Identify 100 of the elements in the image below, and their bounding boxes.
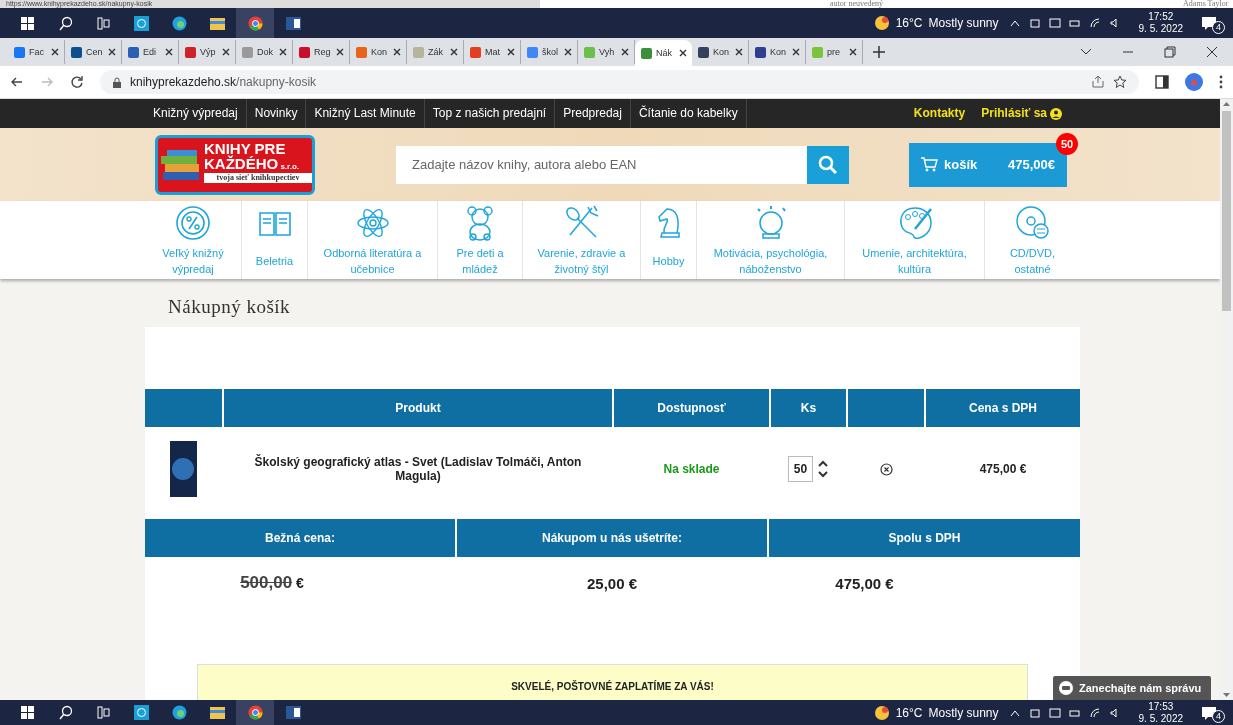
- table-header-cell: Nákupom u nás ušetríte:: [457, 519, 767, 557]
- close-icon[interactable]: [563, 47, 573, 57]
- browser-tab[interactable]: pre: [806, 40, 863, 64]
- browser-tab[interactable]: Edi: [122, 40, 179, 64]
- close-icon[interactable]: [678, 48, 688, 58]
- close-icon[interactable]: [278, 47, 288, 57]
- weather-icon[interactable]: [873, 15, 890, 31]
- remove-icon[interactable]: [879, 462, 893, 476]
- browser-tab[interactable]: Nák: [635, 40, 692, 66]
- close-icon[interactable]: [221, 47, 231, 57]
- clock-time[interactable]: 17:53: [1148, 700, 1174, 713]
- close-icon[interactable]: [1206, 46, 1218, 58]
- browser-tab[interactable]: Cen: [65, 40, 122, 64]
- search-button[interactable]: [807, 145, 849, 184]
- wifi-icon[interactable]: [1088, 17, 1101, 29]
- author-text: autor neuvedený: [830, 0, 884, 8]
- login-link[interactable]: Prihlásiť sa: [973, 99, 1080, 128]
- weather-icon[interactable]: [873, 704, 890, 721]
- new-tab-icon[interactable]: [873, 46, 885, 58]
- windows-start-icon[interactable]: [19, 15, 35, 31]
- weather-text: Mostly sunny: [928, 16, 999, 30]
- browser-tab[interactable]: Reg: [293, 40, 350, 64]
- shipping-notice: SKVELÉ, POŠTOVNÉ ZAPLATÍME ZA VÁS!: [197, 664, 1028, 700]
- bookmark-star-icon[interactable]: [1113, 75, 1127, 89]
- back-arrow-icon[interactable]: [10, 75, 24, 89]
- clock-date[interactable]: 9. 5. 2022: [1138, 712, 1183, 725]
- browser-tab[interactable]: Zák: [407, 40, 464, 64]
- share-icon[interactable]: [1091, 75, 1105, 89]
- weather-temperature: 16°C: [895, 705, 923, 720]
- book-cover-image[interactable]: [170, 441, 197, 497]
- search-icon[interactable]: [57, 705, 73, 720]
- close-icon[interactable]: [107, 47, 117, 57]
- total-price: 475,00 €: [835, 574, 894, 592]
- notification-button[interactable]: 4: [1201, 702, 1225, 723]
- clock-date[interactable]: 9. 5. 2022: [1138, 23, 1183, 35]
- savings-amount: 25,00 €: [586, 574, 637, 592]
- close-icon[interactable]: [335, 47, 345, 57]
- close-icon[interactable]: [392, 47, 402, 57]
- address-field[interactable]: knihyprekazdeho.sk/nakupny-kosik: [100, 70, 1139, 94]
- folder-icon[interactable]: [209, 15, 225, 31]
- close-icon[interactable]: [734, 47, 744, 57]
- close-icon[interactable]: [506, 47, 516, 57]
- browser-tab[interactable]: Dok: [236, 40, 293, 64]
- side-panel-icon[interactable]: [1155, 75, 1169, 89]
- quantity-field[interactable]: 50: [788, 456, 813, 482]
- table-header-cell: Bežná cena:: [145, 519, 455, 557]
- browser-tab[interactable]: škol: [521, 40, 578, 64]
- site-logo[interactable]: KNIHY PRE KAŽDÉHO s.r.o. tvoja sieť knihkupectiev: [155, 134, 315, 195]
- wifi-icon[interactable]: [1088, 706, 1101, 719]
- table-header-cell: Dostupnosť: [614, 389, 769, 427]
- contact-link[interactable]: Kontakty: [905, 99, 974, 128]
- product-title[interactable]: Školský geografický atlas - Svet (Ladislav Tolmáči, Anton Magula): [254, 455, 582, 483]
- book-stack-icon: [161, 147, 201, 182]
- chrome-icon[interactable]: [247, 705, 263, 720]
- app-tile-icon[interactable]: [133, 705, 149, 720]
- search-field[interactable]: Zadajte názov knihy, autora alebo EAN: [396, 145, 807, 184]
- regular-price: 500,00 €: [240, 573, 304, 593]
- browser-tab[interactable]: Kon: [749, 40, 806, 64]
- browser-tab[interactable]: Kon: [692, 40, 749, 64]
- folder-icon[interactable]: [209, 705, 225, 720]
- cart-icon: [921, 157, 938, 172]
- task-view-icon[interactable]: [95, 15, 111, 31]
- browser-tab[interactable]: Fac: [8, 40, 65, 64]
- close-icon[interactable]: [848, 47, 858, 57]
- battery-icon[interactable]: [1068, 17, 1081, 29]
- close-icon[interactable]: [164, 47, 174, 57]
- chat-button[interactable]: Zanechajte nám správu: [1053, 676, 1212, 700]
- search-icon[interactable]: [57, 15, 73, 31]
- monitor-icon[interactable]: [1048, 706, 1061, 719]
- browser-tab[interactable]: Vyh: [578, 40, 635, 64]
- chrome-icon[interactable]: [247, 15, 263, 31]
- browser-icon[interactable]: [171, 15, 187, 31]
- word-icon[interactable]: [285, 705, 301, 720]
- close-icon[interactable]: [449, 47, 459, 57]
- menu-icon[interactable]: [1219, 75, 1223, 89]
- availability-text: Na sklade: [663, 462, 720, 476]
- close-icon[interactable]: [50, 47, 60, 57]
- close-icon[interactable]: [791, 47, 801, 57]
- browser-tab[interactable]: Výp: [179, 40, 236, 64]
- close-icon[interactable]: [620, 47, 630, 57]
- windows-start-icon[interactable]: [19, 705, 35, 720]
- percent-icon: [175, 205, 211, 241]
- notification-button[interactable]: 4: [1201, 12, 1225, 34]
- user-icon: [1050, 107, 1062, 120]
- browser-icon[interactable]: [171, 705, 187, 720]
- table-header-cell: Spolu s DPH: [769, 519, 1080, 557]
- search-icon: [818, 154, 838, 175]
- browser-tab[interactable]: Kon: [350, 40, 407, 64]
- monitor-icon[interactable]: [1048, 17, 1061, 29]
- word-icon[interactable]: [285, 15, 301, 31]
- stepper-icon[interactable]: [817, 460, 829, 478]
- app-tile-icon[interactable]: [133, 15, 149, 31]
- profile-avatar-icon[interactable]: [1185, 73, 1203, 91]
- reload-icon[interactable]: [70, 75, 84, 89]
- author-text: Adams Taylor: [1183, 0, 1229, 8]
- clock-time[interactable]: 17:52: [1148, 11, 1174, 23]
- price-text: 475,00 €: [979, 462, 1027, 476]
- restore-icon[interactable]: [1164, 46, 1176, 58]
- browser-tab[interactable]: Mat: [464, 40, 521, 64]
- task-view-icon[interactable]: [95, 705, 111, 720]
